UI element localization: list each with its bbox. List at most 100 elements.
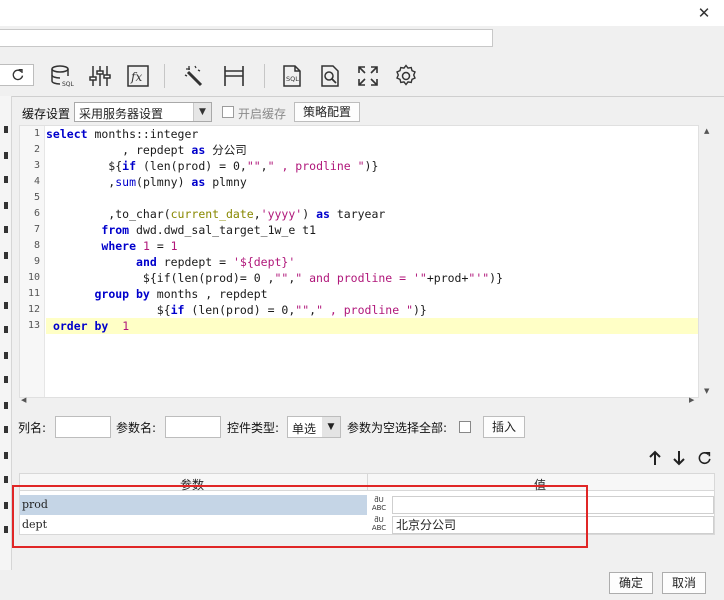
sql-editor[interactable]: 1 2 3 4 5 6 7 8 9 10 11 12 13 select mon… <box>19 125 699 398</box>
code-token: 'yyyy' <box>260 207 303 221</box>
fullscreen-button[interactable] <box>354 62 382 90</box>
refresh-button[interactable] <box>0 64 34 86</box>
param-name-cell: prod <box>20 495 367 515</box>
code-token: ${ <box>46 303 171 317</box>
code-token: group by <box>94 287 150 301</box>
header-value: 值 <box>534 478 547 492</box>
column-name-input[interactable] <box>55 416 111 438</box>
scroll-left-icon[interactable]: ◀ <box>21 396 26 404</box>
code-token: )} <box>364 159 379 173</box>
param-name-cell: dept <box>22 518 48 531</box>
empty-select-all-label: 参数为空选择全部: <box>347 421 448 435</box>
code-token: "" <box>246 159 261 173</box>
code-token: " , prodline " <box>267 159 365 173</box>
sql-file-icon: SQL <box>283 65 301 87</box>
scroll-up-icon[interactable]: ▲ <box>704 127 709 135</box>
sql-file-button[interactable]: SQL <box>278 62 306 90</box>
code-line: ${if (len(prod) = 0,""," , prodline ")} <box>46 158 378 174</box>
line-number: 5 <box>33 192 40 203</box>
code-token: , <box>260 159 268 173</box>
database-sql-button[interactable]: SQL <box>48 62 76 90</box>
refresh-params-button[interactable] <box>696 448 714 468</box>
format-button[interactable] <box>181 62 209 90</box>
insert-button[interactable]: 插入 <box>483 416 525 438</box>
editor-horizontal-scrollbar[interactable]: ◀ ▶ <box>19 396 699 404</box>
line-number: 7 <box>33 224 40 235</box>
dataset-name-input[interactable] <box>0 29 493 47</box>
function-fx-icon: fx <box>127 65 149 87</box>
dialog-window: ✕ SQL fx SQL 缓存设置 采用服务器设置 ▼ 开启缓存 策略配置 1 … <box>0 0 724 600</box>
chevron-down-icon: ▼ <box>322 417 340 437</box>
move-down-button[interactable] <box>670 448 688 468</box>
text-type-icon[interactable]: ƌU ABC <box>368 496 390 514</box>
settings-button[interactable] <box>392 62 420 90</box>
cache-mode-value: 采用服务器设置 <box>79 107 164 121</box>
enable-cache-label: 开启缓存 <box>238 107 287 121</box>
strategy-config-button[interactable]: 策略配置 <box>294 102 360 122</box>
code-token: +prod+ <box>426 271 469 285</box>
code-token: "'" <box>468 271 490 285</box>
code-token: as <box>191 143 206 157</box>
type-badge-bottom: ABC <box>371 524 387 532</box>
cache-settings-label: 缓存设置 <box>22 107 71 121</box>
param-value-input[interactable]: 北京分公司 <box>392 516 714 534</box>
line-number-gutter: 1 2 3 4 5 6 7 8 9 10 11 12 13 <box>20 126 45 397</box>
code-token: and <box>136 255 157 269</box>
line-number: 2 <box>33 144 40 155</box>
code-line: from dwd.dwd_sal_target_1w_e t1 <box>46 222 316 238</box>
arrow-up-icon <box>649 450 661 465</box>
column-width-button[interactable] <box>220 62 248 90</box>
code-line: and repdept = '${dept}' <box>46 254 295 270</box>
line-number: 6 <box>33 208 40 219</box>
scroll-right-icon[interactable]: ▶ <box>689 396 694 404</box>
refresh-icon <box>698 451 711 465</box>
line-number: 8 <box>33 240 40 251</box>
scroll-down-icon[interactable]: ▼ <box>704 387 709 395</box>
move-up-button[interactable] <box>646 448 664 468</box>
close-button[interactable]: ✕ <box>694 3 714 23</box>
code-token: 1 <box>170 239 178 253</box>
code-line: where 1 = 1 <box>46 238 178 254</box>
code-token: where <box>101 239 137 253</box>
parameters-button[interactable] <box>86 62 114 90</box>
code-token: taryear <box>329 207 386 221</box>
line-number: 4 <box>33 176 40 187</box>
ok-button[interactable]: 确定 <box>609 572 653 594</box>
param-value-input[interactable] <box>392 496 714 514</box>
table-row[interactable]: prod ƌU ABC <box>20 495 714 515</box>
cache-mode-select[interactable]: 采用服务器设置 ▼ <box>74 102 212 122</box>
code-token: if <box>122 159 137 173</box>
line-number: 9 <box>33 256 40 267</box>
code-token: if <box>170 303 185 317</box>
table-header: 参数 值 <box>20 474 714 492</box>
enable-cache-checkbox[interactable] <box>222 106 234 118</box>
code-token: '${dept}' <box>232 255 296 269</box>
sliders-icon <box>89 66 111 86</box>
toolbar-separator <box>164 64 165 88</box>
refresh-icon <box>12 69 24 81</box>
code-token: "" <box>274 271 289 285</box>
preview-button[interactable] <box>316 62 344 90</box>
text-type-icon[interactable]: ƌU ABC <box>368 516 390 534</box>
function-button[interactable]: fx <box>124 62 152 90</box>
table-row[interactable]: dept ƌU ABC 北京分公司 <box>20 515 714 535</box>
code-token: 1 <box>142 239 150 253</box>
empty-select-all-checkbox[interactable] <box>459 421 471 433</box>
line-number: 10 <box>27 272 40 283</box>
cancel-button[interactable]: 取消 <box>662 572 706 594</box>
toolbar-separator <box>264 64 265 88</box>
cache-settings-row: 缓存设置 采用服务器设置 ▼ 开启缓存 策略配置 <box>14 102 714 122</box>
search-document-icon <box>321 65 339 87</box>
param-name-input[interactable] <box>165 416 221 438</box>
header-param: 参数 <box>180 478 205 492</box>
editor-vertical-scrollbar[interactable]: ▲ ▼ <box>700 125 715 398</box>
control-type-select[interactable]: 单选 ▼ <box>287 416 341 438</box>
left-panel-edge <box>0 96 12 570</box>
code-token: repdept = <box>156 255 233 269</box>
arrow-down-icon <box>673 451 685 466</box>
magic-wand-icon <box>184 65 203 87</box>
